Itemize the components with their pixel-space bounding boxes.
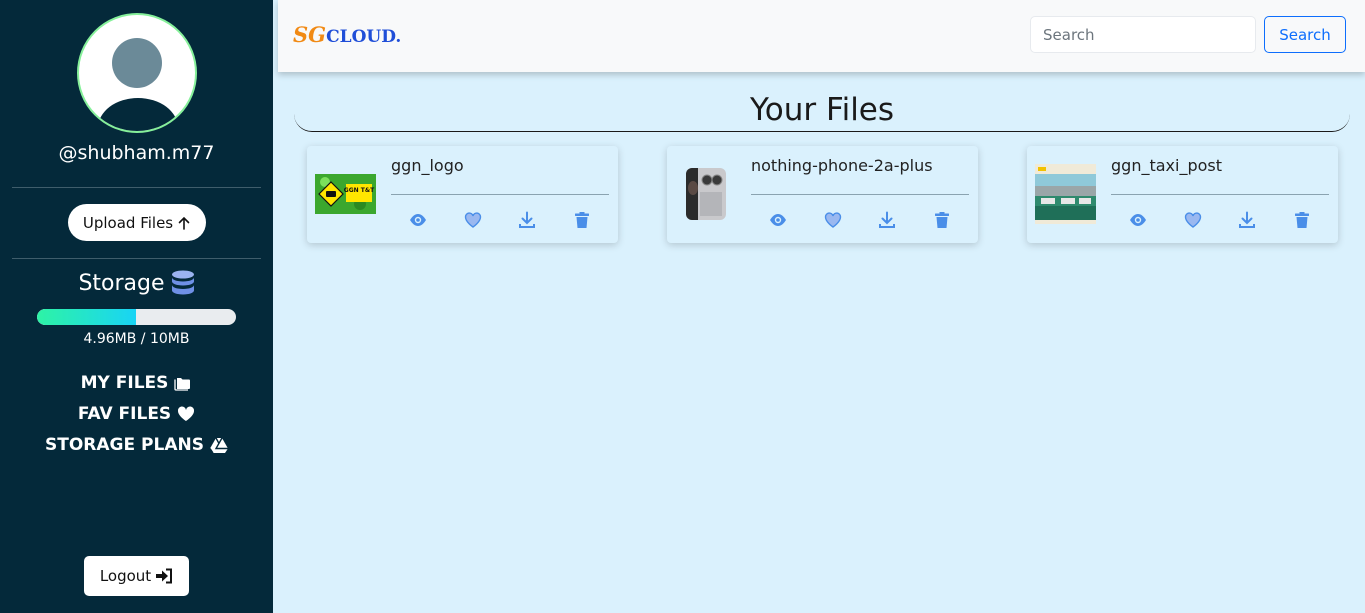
sidebar-divider — [12, 258, 261, 259]
storage-heading: Storage — [0, 270, 273, 296]
download-button[interactable] — [518, 211, 536, 229]
file-thumbnail[interactable] — [1035, 164, 1096, 224]
download-icon — [1239, 211, 1256, 228]
page-title: Your Files — [294, 92, 1350, 132]
ggn-logo-image: GGN T&T — [315, 174, 376, 214]
delete-button[interactable] — [573, 211, 591, 229]
nav-storage-plans[interactable]: STORAGE PLANS — [0, 435, 273, 455]
nav-my-files-label: MY FILES — [80, 373, 169, 393]
eye-icon — [770, 214, 787, 226]
logout-button[interactable]: Logout — [84, 556, 189, 596]
card-divider — [391, 194, 609, 195]
file-card: nothing-phone-2a-plus — [667, 146, 978, 243]
nav-storage-plans-label: STORAGE PLANS — [45, 435, 204, 455]
file-name: ggn_taxi_post — [1111, 156, 1222, 175]
file-thumbnail[interactable] — [675, 166, 736, 222]
file-name: ggn_logo — [391, 156, 464, 175]
view-button[interactable] — [769, 211, 787, 229]
sidebar: @shubham.m77 Upload Files Storage 4.96MB… — [0, 0, 273, 613]
eye-icon — [1130, 214, 1147, 226]
file-name: nothing-phone-2a-plus — [751, 156, 933, 175]
logout-label: Logout — [99, 567, 152, 585]
heart-icon — [464, 212, 481, 228]
file-thumbnail[interactable]: GGN T&T — [315, 166, 376, 222]
username: @shubham.m77 — [58, 142, 215, 164]
storage-progress-bar — [37, 309, 236, 325]
top-navbar: SG CLOUD. Search — [278, 0, 1365, 72]
nav-fav-files[interactable]: FAV FILES — [0, 404, 273, 424]
card-divider — [751, 194, 969, 195]
delete-button[interactable] — [1293, 211, 1311, 229]
ggn-logo-text: GGN T&T — [344, 187, 375, 194]
brand-sg: SG — [293, 22, 327, 47]
storage-progress-fill — [37, 309, 136, 325]
favorite-button[interactable] — [1184, 211, 1202, 229]
sidebar-divider — [12, 187, 261, 188]
brand-cloud: CLOUD. — [326, 27, 402, 47]
eye-icon — [410, 214, 427, 226]
delete-button[interactable] — [933, 211, 951, 229]
brand-logo[interactable]: SG CLOUD. — [293, 22, 401, 47]
download-button[interactable] — [878, 211, 896, 229]
download-icon — [519, 211, 536, 228]
avatar — [77, 13, 197, 133]
trash-icon — [1294, 212, 1309, 228]
nav-my-files[interactable]: MY FILES — [0, 373, 273, 393]
trash-icon — [574, 212, 589, 228]
storage-usage-text: 4.96MB / 10MB — [83, 331, 190, 347]
file-card: GGN T&T ggn_logo — [307, 146, 618, 243]
card-divider — [1111, 194, 1329, 195]
nav-fav-files-label: FAV FILES — [77, 404, 172, 424]
download-button[interactable] — [1238, 211, 1256, 229]
file-actions — [391, 211, 609, 229]
search-button[interactable]: Search — [1264, 16, 1346, 53]
taxi-post-image — [1035, 164, 1096, 224]
view-button[interactable] — [1129, 211, 1147, 229]
favorite-button[interactable] — [824, 211, 842, 229]
google-drive-icon — [209, 437, 228, 453]
heart-icon — [178, 406, 195, 421]
sign-in-arrow-icon — [156, 568, 173, 584]
search-input[interactable] — [1030, 16, 1256, 53]
heart-icon — [1184, 212, 1201, 228]
upload-files-label: Upload Files — [82, 213, 174, 232]
favorite-button[interactable] — [464, 211, 482, 229]
view-button[interactable] — [409, 211, 427, 229]
trash-icon — [934, 212, 949, 228]
upload-files-button[interactable]: Upload Files — [68, 204, 206, 241]
heart-icon — [824, 212, 841, 228]
phone-image — [685, 168, 726, 220]
download-icon — [879, 211, 896, 228]
database-icon — [171, 270, 195, 296]
folder-icon — [174, 378, 191, 391]
storage-title: Storage — [78, 270, 165, 296]
file-actions — [1111, 211, 1329, 229]
arrow-up-icon — [178, 216, 190, 230]
file-card: ggn_taxi_post — [1027, 146, 1338, 243]
file-actions — [751, 211, 969, 229]
